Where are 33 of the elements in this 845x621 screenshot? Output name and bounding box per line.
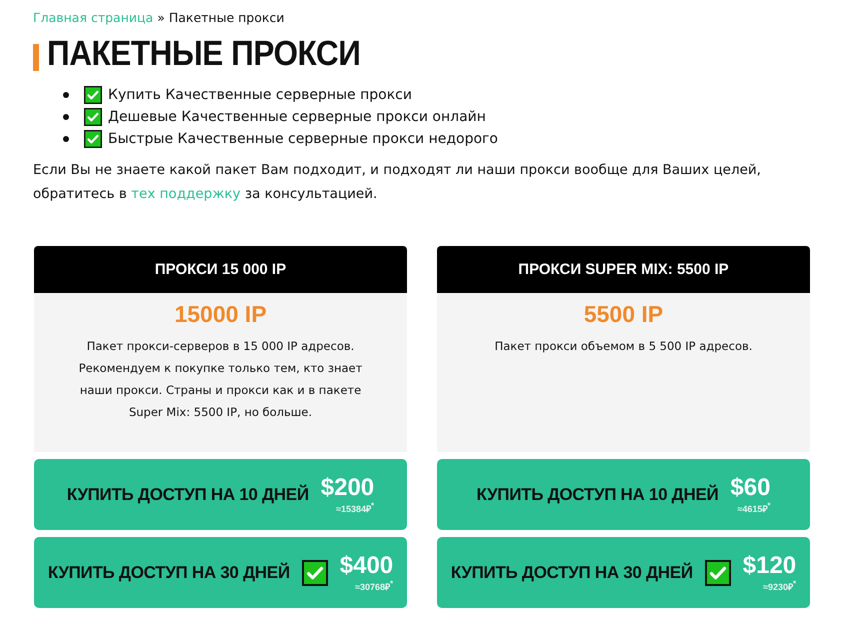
buy-label: КУПИТЬ ДОСТУП НА 30 ДНЕЙ <box>48 562 290 582</box>
buy-button[interactable]: КУПИТЬ ДОСТУП НА 30 ДНЕЙ $400 ≈30768₽$^{*}$ <box>34 537 407 608</box>
buy-label: КУПИТЬ ДОСТУП НА 10 ДНЕЙ <box>476 484 718 504</box>
package-amount: 5500 IP <box>582 301 664 327</box>
breadcrumb-separator: » <box>157 10 165 24</box>
feature-text: Быстрые Качественные серверные прокси недорого <box>108 131 498 147</box>
breadcrumb-current: Пакетные прокси <box>168 10 284 24</box>
price-rub: ≈9230₽$^{*}$ <box>763 578 796 592</box>
page-title: ПАКЕТНЫЕ ПРОКСИ <box>47 33 360 75</box>
feature-text: Купить Качественные серверные прокси <box>108 87 412 103</box>
price-usd: $120 <box>742 552 796 578</box>
bullet-icon <box>63 136 69 142</box>
intro-paragraph: Если Вы не знаете какой пакет Вам подходит, и подходят ли наши прокси вообще для Ваших целей, обратитесь в тех поддержку за консультацией. <box>33 161 762 204</box>
price-usd: $400 <box>340 552 394 578</box>
price-usd: $60 <box>730 474 770 500</box>
package-description: Пакет прокси объемом в 5 500 IP адресов. <box>494 338 754 355</box>
price-rub: ≈4615₽$^{*}$ <box>737 500 770 514</box>
bullet-icon <box>63 114 69 120</box>
package-amount: 15000 IP <box>173 301 268 327</box>
price-rub: ≈30768₽$^{*}$ <box>355 578 394 592</box>
price-usd: $200 <box>320 474 374 500</box>
package-header: ПРОКСИ 15 000 IP <box>34 246 407 293</box>
package-description: Пакет прокси-серверов в 15 000 IP адресов. Рекомендуем к покупке только тем, кто знает наши прокси. Страны и прокси как и в пакете Super Mix: 5500 IP, но больше. <box>78 338 364 421</box>
title-accent-bar <box>33 44 39 70</box>
buy-button[interactable]: КУПИТЬ ДОСТУП НА 10 ДНЕЙ $60 ≈4615₽$^{*}$ <box>437 459 810 530</box>
buy-label: КУПИТЬ ДОСТУП НА 30 ДНЕЙ <box>450 562 693 582</box>
bullet-icon <box>63 92 69 98</box>
feature-text: Дешевые Качественные серверные прокси онлайн <box>108 109 486 125</box>
buy-button[interactable]: КУПИТЬ ДОСТУП НА 10 ДНЕЙ $200 ≈15384₽$^{*}$ <box>34 459 407 530</box>
buy-button[interactable]: КУПИТЬ ДОСТУП НА 30 ДНЕЙ $120 ≈9230₽$^{*}$ <box>437 537 810 608</box>
package-header: ПРОКСИ SUPER MIX: 5500 IP <box>437 246 810 293</box>
buy-label: КУПИТЬ ДОСТУП НА 10 ДНЕЙ <box>66 484 309 504</box>
price-rub: ≈15384₽$^{*}$ <box>336 500 374 514</box>
